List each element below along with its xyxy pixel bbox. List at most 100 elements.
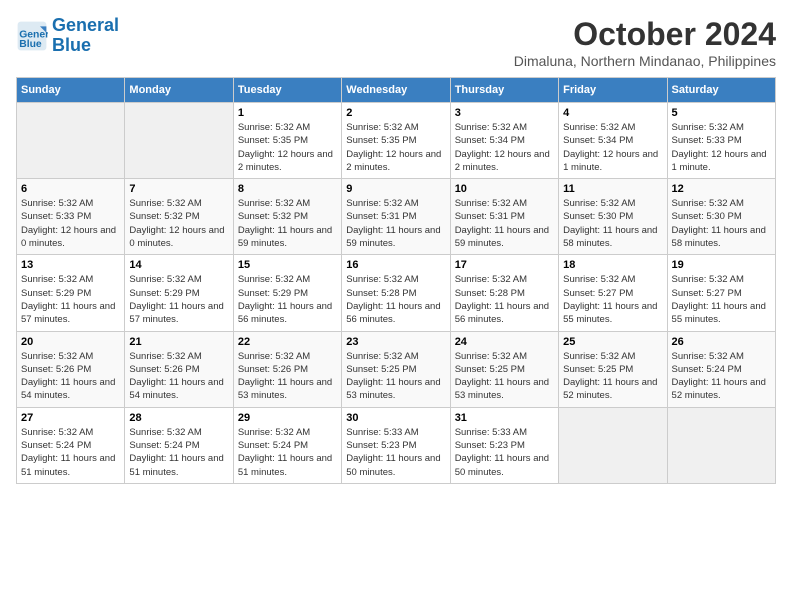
calendar-cell: 16Sunrise: 5:32 AM Sunset: 5:28 PM Dayli… — [342, 255, 450, 331]
day-number: 19 — [672, 259, 771, 271]
day-info: Sunrise: 5:32 AM Sunset: 5:33 PM Dayligh… — [672, 121, 771, 174]
svg-text:Blue: Blue — [19, 39, 42, 50]
day-number: 7 — [129, 183, 228, 195]
day-info: Sunrise: 5:33 AM Sunset: 5:23 PM Dayligh… — [455, 426, 554, 479]
calendar-cell: 2 Sunrise: 5:32 AM Sunset: 5:35 PM Daylig… — [342, 103, 450, 179]
calendar-cell: 27 Sunrise: 5:32 AM Sunset: 5:24 PM Dayli… — [17, 407, 125, 483]
day-number: 22 — [238, 336, 337, 348]
day-number: 10 — [455, 183, 554, 195]
calendar-cell: 7 Sunrise: 5:32 AM Sunset: 5:32 PM Daylig… — [125, 179, 233, 255]
logo: General Blue General Blue — [16, 16, 119, 56]
calendar-cell: 26Sunrise: 5:32 AM Sunset: 5:24 PM Dayli… — [667, 331, 775, 407]
day-header-tuesday: Tuesday — [233, 78, 341, 103]
day-info: Sunrise: 5:32 AM Sunset: 5:29 PM Dayligh… — [129, 273, 228, 326]
day-info: Sunrise: 5:32 AM Sunset: 5:26 PM Dayligh… — [129, 350, 228, 403]
title-block: October 2024 Dimaluna, Northern Mindanao… — [514, 16, 776, 69]
day-number: 18 — [563, 259, 662, 271]
day-number: 23 — [346, 336, 445, 348]
calendar-cell: 5 Sunrise: 5:32 AM Sunset: 5:33 PM Daylig… — [667, 103, 775, 179]
calendar-cell: 21 Sunrise: 5:32 AM Sunset: 5:26 PM Dayli… — [125, 331, 233, 407]
day-info: Sunrise: 5:32 AM Sunset: 5:34 PM Dayligh… — [563, 121, 662, 174]
day-number: 2 — [346, 107, 445, 119]
day-number: 3 — [455, 107, 554, 119]
logo-icon: General Blue — [16, 20, 48, 52]
day-number: 5 — [672, 107, 771, 119]
calendar-cell: 23 Sunrise: 5:32 AM Sunset: 5:25 PM Dayli… — [342, 331, 450, 407]
day-info: Sunrise: 5:32 AM Sunset: 5:30 PM Dayligh… — [672, 197, 771, 250]
day-number: 30 — [346, 412, 445, 424]
day-number: 20 — [21, 336, 120, 348]
day-number: 13 — [21, 259, 120, 271]
days-header-row: SundayMondayTuesdayWednesdayThursdayFrid… — [17, 78, 776, 103]
page-header: General Blue General Blue October 2024 D… — [16, 16, 776, 69]
calendar-cell: 12 Sunrise: 5:32 AM Sunset: 5:30 PM Dayli… — [667, 179, 775, 255]
calendar-cell — [559, 407, 667, 483]
day-info: Sunrise: 5:32 AM Sunset: 5:35 PM Dayligh… — [238, 121, 337, 174]
day-info: Sunrise: 5:32 AM Sunset: 5:29 PM Dayligh… — [238, 273, 337, 326]
day-header-sunday: Sunday — [17, 78, 125, 103]
day-number: 1 — [238, 107, 337, 119]
day-info: Sunrise: 5:32 AM Sunset: 5:25 PM Dayligh… — [563, 350, 662, 403]
day-number: 4 — [563, 107, 662, 119]
day-number: 27 — [21, 412, 120, 424]
day-info: Sunrise: 5:32 AM Sunset: 5:32 PM Dayligh… — [238, 197, 337, 250]
day-number: 29 — [238, 412, 337, 424]
day-header-friday: Friday — [559, 78, 667, 103]
location: Dimaluna, Northern Mindanao, Philippines — [514, 53, 776, 69]
day-info: Sunrise: 5:32 AM Sunset: 5:24 PM Dayligh… — [129, 426, 228, 479]
calendar-cell: 15 Sunrise: 5:32 AM Sunset: 5:29 PM Dayli… — [233, 255, 341, 331]
calendar-cell: 18 Sunrise: 5:32 AM Sunset: 5:27 PM Dayli… — [559, 255, 667, 331]
day-number: 21 — [129, 336, 228, 348]
day-info: Sunrise: 5:32 AM Sunset: 5:26 PM Dayligh… — [238, 350, 337, 403]
day-info: Sunrise: 5:32 AM Sunset: 5:28 PM Dayligh… — [455, 273, 554, 326]
logo-line1: General — [52, 15, 119, 35]
day-info: Sunrise: 5:32 AM Sunset: 5:25 PM Dayligh… — [455, 350, 554, 403]
calendar-cell: 24 Sunrise: 5:32 AM Sunset: 5:25 PM Dayli… — [450, 331, 558, 407]
day-number: 9 — [346, 183, 445, 195]
calendar-cell: 3Sunrise: 5:32 AM Sunset: 5:34 PM Daylig… — [450, 103, 558, 179]
day-info: Sunrise: 5:32 AM Sunset: 5:35 PM Dayligh… — [346, 121, 445, 174]
day-number: 17 — [455, 259, 554, 271]
day-info: Sunrise: 5:32 AM Sunset: 5:32 PM Dayligh… — [129, 197, 228, 250]
calendar-week-1: 1 Sunrise: 5:32 AM Sunset: 5:35 PM Daylig… — [17, 103, 776, 179]
calendar-cell — [17, 103, 125, 179]
day-info: Sunrise: 5:32 AM Sunset: 5:24 PM Dayligh… — [21, 426, 120, 479]
calendar-cell: 17 Sunrise: 5:32 AM Sunset: 5:28 PM Dayli… — [450, 255, 558, 331]
calendar-cell: 14 Sunrise: 5:32 AM Sunset: 5:29 PM Dayli… — [125, 255, 233, 331]
day-info: Sunrise: 5:32 AM Sunset: 5:33 PM Dayligh… — [21, 197, 120, 250]
calendar-cell: 8 Sunrise: 5:32 AM Sunset: 5:32 PM Daylig… — [233, 179, 341, 255]
logo-text: General Blue — [52, 16, 119, 56]
calendar-table: SundayMondayTuesdayWednesdayThursdayFrid… — [16, 77, 776, 484]
day-info: Sunrise: 5:32 AM Sunset: 5:26 PM Dayligh… — [21, 350, 120, 403]
day-info: Sunrise: 5:32 AM Sunset: 5:27 PM Dayligh… — [563, 273, 662, 326]
day-info: Sunrise: 5:32 AM Sunset: 5:24 PM Dayligh… — [238, 426, 337, 479]
calendar-week-3: 13 Sunrise: 5:32 AM Sunset: 5:29 PM Dayli… — [17, 255, 776, 331]
day-info: Sunrise: 5:32 AM Sunset: 5:25 PM Dayligh… — [346, 350, 445, 403]
calendar-cell: 22 Sunrise: 5:32 AM Sunset: 5:26 PM Dayli… — [233, 331, 341, 407]
calendar-week-2: 6 Sunrise: 5:32 AM Sunset: 5:33 PM Daylig… — [17, 179, 776, 255]
day-number: 12 — [672, 183, 771, 195]
month-year: October 2024 — [514, 16, 776, 53]
calendar-week-4: 20 Sunrise: 5:32 AM Sunset: 5:26 PM Dayli… — [17, 331, 776, 407]
day-number: 24 — [455, 336, 554, 348]
calendar-cell: 9 Sunrise: 5:32 AM Sunset: 5:31 PM Daylig… — [342, 179, 450, 255]
day-number: 6 — [21, 183, 120, 195]
day-header-thursday: Thursday — [450, 78, 558, 103]
logo-line2: Blue — [52, 35, 91, 55]
day-number: 11 — [563, 183, 662, 195]
day-info: Sunrise: 5:32 AM Sunset: 5:30 PM Dayligh… — [563, 197, 662, 250]
calendar-cell: 28 Sunrise: 5:32 AM Sunset: 5:24 PM Dayli… — [125, 407, 233, 483]
day-number: 15 — [238, 259, 337, 271]
day-number: 31 — [455, 412, 554, 424]
day-info: Sunrise: 5:32 AM Sunset: 5:29 PM Dayligh… — [21, 273, 120, 326]
calendar-body: 1 Sunrise: 5:32 AM Sunset: 5:35 PM Daylig… — [17, 103, 776, 484]
day-info: Sunrise: 5:33 AM Sunset: 5:23 PM Dayligh… — [346, 426, 445, 479]
day-number: 14 — [129, 259, 228, 271]
calendar-cell: 20 Sunrise: 5:32 AM Sunset: 5:26 PM Dayli… — [17, 331, 125, 407]
calendar-cell: 29 Sunrise: 5:32 AM Sunset: 5:24 PM Dayli… — [233, 407, 341, 483]
calendar-cell: 31 Sunrise: 5:33 AM Sunset: 5:23 PM Dayli… — [450, 407, 558, 483]
day-number: 8 — [238, 183, 337, 195]
day-info: Sunrise: 5:32 AM Sunset: 5:31 PM Dayligh… — [346, 197, 445, 250]
day-number: 28 — [129, 412, 228, 424]
calendar-cell: 19Sunrise: 5:32 AM Sunset: 5:27 PM Dayli… — [667, 255, 775, 331]
